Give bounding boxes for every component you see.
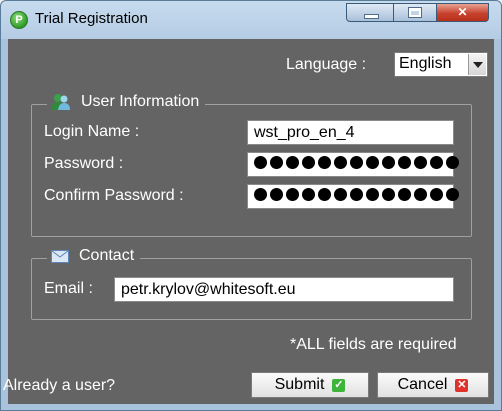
- password-dot: [270, 188, 283, 201]
- password-dot: [398, 188, 411, 201]
- maximize-button[interactable]: [393, 3, 437, 22]
- password-dot: [366, 188, 379, 201]
- password-dot: [302, 188, 315, 201]
- language-label: Language :: [286, 56, 367, 73]
- password-dot: [334, 156, 347, 169]
- already-user-link[interactable]: Already a user?: [3, 377, 115, 395]
- user-information-group: User Information Login Name : Password :…: [31, 93, 472, 237]
- password-dot: [286, 188, 299, 201]
- password-dot: [430, 188, 443, 201]
- checkmark-icon: ✓: [332, 378, 346, 392]
- confirm-password-field[interactable]: [247, 184, 459, 209]
- password-dot: [270, 156, 283, 169]
- users-icon: [51, 94, 70, 110]
- cancel-button[interactable]: Cancel ✕: [377, 372, 489, 398]
- password-dot: [414, 156, 427, 169]
- confirm-password-mask: [254, 188, 459, 201]
- password-dot: [254, 156, 267, 169]
- confirm-password-label: Confirm Password :: [44, 187, 184, 204]
- contact-group: Contact Email :: [31, 247, 472, 320]
- password-field[interactable]: [247, 152, 459, 177]
- password-dot: [350, 188, 363, 201]
- password-dot: [334, 188, 347, 201]
- form-panel: Language : English User Information Logi…: [3, 39, 494, 404]
- password-dot: [446, 156, 459, 169]
- cancel-label: Cancel: [397, 376, 448, 393]
- required-fields-note: *ALL fields are required: [290, 336, 457, 353]
- window-title: Trial Registration: [35, 10, 148, 27]
- email-field[interactable]: [114, 277, 454, 302]
- title-bar[interactable]: P Trial Registration ✕: [1, 1, 501, 39]
- login-name-field[interactable]: [247, 120, 454, 145]
- password-dot: [382, 188, 395, 201]
- chevron-down-icon[interactable]: [468, 54, 486, 75]
- password-dot: [382, 156, 395, 169]
- password-dot: [350, 156, 363, 169]
- password-dot: [318, 156, 331, 169]
- login-name-label: Login Name :: [44, 123, 140, 140]
- maximize-icon: [408, 7, 422, 18]
- language-selected-value: English: [399, 55, 452, 72]
- minimize-button[interactable]: [346, 3, 394, 22]
- email-label: Email :: [44, 280, 93, 297]
- contact-legend: Contact: [47, 247, 141, 265]
- close-x-icon: ✕: [455, 378, 469, 392]
- trial-registration-window: P Trial Registration ✕ Language : Englis…: [0, 0, 502, 411]
- password-dot: [286, 156, 299, 169]
- login-name-input[interactable]: [248, 121, 453, 144]
- close-icon: ✕: [457, 5, 468, 19]
- user-information-title: User Information: [81, 93, 200, 110]
- user-information-legend: User Information: [47, 93, 206, 111]
- password-dot: [446, 188, 459, 201]
- password-dot: [366, 156, 379, 169]
- p-logo-icon: P: [10, 11, 28, 29]
- minimize-icon: [364, 14, 379, 19]
- submit-label: Submit: [274, 376, 325, 393]
- password-mask: [254, 156, 459, 169]
- password-dot: [302, 156, 315, 169]
- password-dot: [318, 188, 331, 201]
- password-dot: [430, 156, 443, 169]
- submit-button[interactable]: Submit ✓: [251, 372, 369, 398]
- close-button[interactable]: ✕: [436, 3, 489, 22]
- contact-title: Contact: [79, 247, 135, 264]
- language-select[interactable]: English: [394, 52, 488, 77]
- email-input[interactable]: [115, 278, 453, 301]
- envelope-icon: [51, 249, 69, 263]
- password-label: Password :: [44, 155, 124, 172]
- password-dot: [414, 188, 427, 201]
- password-dot: [254, 188, 267, 201]
- password-dot: [398, 156, 411, 169]
